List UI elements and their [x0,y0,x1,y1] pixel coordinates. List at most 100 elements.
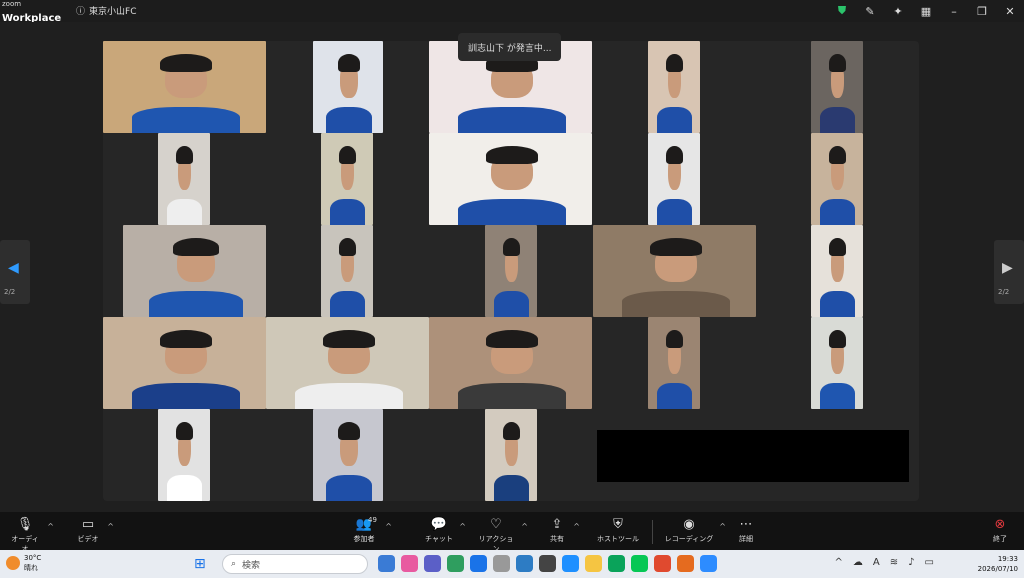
more-button[interactable]: ⋯ 詳細 [734,516,758,544]
participant-video-tile[interactable] [485,409,537,501]
speaking-banner: 訓志山下 が発言中... [458,33,562,61]
shield-icon[interactable]: ⛊ [828,4,856,18]
close-icon[interactable]: ✕ [996,5,1024,18]
host-tools-button[interactable]: ⛨ ホストツール [596,516,640,544]
participant-video-tile[interactable] [103,41,266,133]
participant-video-tile[interactable] [321,133,373,225]
next-page-button[interactable]: ▶ 2/2 [994,240,1024,304]
taskbar-app-icon[interactable] [401,555,418,572]
chevron-right-icon: ▶ [1002,260,1013,276]
participant-video-tile[interactable] [321,225,373,317]
battery-icon[interactable]: ▭ [925,557,934,568]
participant-video-tile[interactable] [648,41,700,133]
taskbar-app-icon[interactable] [447,555,464,572]
reactions-button[interactable]: ♡ リアクション ^ [476,516,528,554]
chevron-up-icon[interactable]: ^ [573,522,580,531]
participant-video-tile[interactable] [485,225,537,317]
clock-time: 19:33 [997,555,1018,563]
participant-video-tile[interactable] [811,225,863,317]
participant-video-tile[interactable] [313,41,383,133]
microphone-icon: 🎙 [16,517,34,532]
chevron-up-icon[interactable]: ^ [385,522,392,531]
taskbar-app-icon[interactable] [470,555,487,572]
participant-video-tile[interactable] [429,317,592,409]
meeting-title: 東京小山FC [89,7,137,17]
chevron-up-icon[interactable]: ^ [107,522,114,531]
title-bar: zoom Workplace ⓘ 東京小山FC ⛊ ✎ ✦ ▦ – ❐ ✕ [0,0,1024,24]
participant-video-tile[interactable] [123,225,266,317]
minimize-icon[interactable]: – [940,5,968,18]
restore-icon[interactable]: ❐ [968,5,996,18]
participant-video-tile[interactable] [648,133,700,225]
participant-video-tile[interactable] [313,409,383,501]
audio-button[interactable]: 🎙 オーディオ ^ [8,516,54,554]
search-placeholder: 検索 [242,560,261,571]
taskbar-app-icon[interactable] [654,555,671,572]
participant-video-tile[interactable] [811,41,863,133]
share-screen-icon: ⇪ [551,517,563,532]
chevron-up-icon[interactable]: ^ [719,522,726,531]
windows-start-icon[interactable]: ⊞ [194,556,206,572]
temperature: 30°C [24,554,42,562]
taskbar-app-icon[interactable] [608,555,625,572]
taskbar-app-icon[interactable] [585,555,602,572]
chevron-up-icon[interactable]: ^ [459,522,466,531]
chevron-up-icon[interactable]: ^ [835,557,843,568]
system-tray: ^ ☁ A ≋ ♪ ▭ [835,557,934,568]
sun-icon [6,556,20,570]
windows-taskbar: 30°C 晴れ ⊞ ⌕ 検索 ^ ☁ A ≋ ♪ ▭ 19:33 2026/07… [0,550,1024,578]
taskbar-app-icon[interactable] [631,555,648,572]
participant-video-tile[interactable] [648,317,700,409]
taskbar-app-icon[interactable] [424,555,441,572]
chat-icon: 💬 [430,517,448,532]
participant-video-tile[interactable] [429,133,592,225]
participant-video-tile[interactable] [158,409,210,501]
meeting-toolbar: 🎙 オーディオ ^ ▭ ビデオ ^ 👥 49 参加者 ^ 💬 チャット ^ ♡ … [0,512,1024,553]
share-button[interactable]: ⇪ 共有 ^ [546,516,580,544]
participant-video-tile[interactable] [266,317,429,409]
end-meeting-button[interactable]: ⊗ 終了 [988,516,1012,544]
heart-icon: ♡ [490,517,502,532]
wifi-icon[interactable]: ≋ [890,557,898,568]
shield-icon: ⛨ [613,517,623,532]
pin-icon[interactable]: ✦ [884,5,912,18]
record-icon: ◉ [683,517,695,532]
chevron-up-icon[interactable]: ^ [521,522,528,531]
chevron-left-icon: ◀ [8,260,19,276]
page-indicator-left: 2/2 [4,288,16,296]
more-icon: ⋯ [739,517,753,532]
taskbar-clock[interactable]: 19:33 2026/07/10 [978,554,1018,574]
page-indicator-right: 2/2 [998,288,1010,296]
record-button[interactable]: ◉ レコーディング ^ [664,516,726,544]
speaker-icon[interactable]: ♪ [908,557,914,568]
participant-video-tile[interactable] [593,225,756,317]
participants-button[interactable]: 👥 49 参加者 ^ [348,516,393,544]
taskbar-app-icon[interactable] [493,555,510,572]
taskbar-app-icon[interactable] [677,555,694,572]
taskbar-app-icon[interactable] [700,555,717,572]
taskbar-app-icon[interactable] [516,555,533,572]
chevron-up-icon[interactable]: ^ [47,522,54,531]
previous-page-button[interactable]: ◀ 2/2 [0,240,30,304]
video-button[interactable]: ▭ ビデオ ^ [74,516,115,544]
grid-icon[interactable]: ▦ [912,5,940,18]
clock-date: 2026/07/10 [977,565,1018,573]
taskbar-app-icon[interactable] [562,555,579,572]
zoom-logo: zoom Workplace [2,0,62,24]
participant-video-tile[interactable] [811,133,863,225]
pen-icon[interactable]: ✎ [856,5,884,18]
participant-video-tile[interactable] [158,133,210,225]
participant-video-tile[interactable] [811,317,863,409]
weather-widget[interactable]: 30°C 晴れ [6,553,41,573]
cloud-icon[interactable]: ☁ [853,557,863,568]
participant-video-tile[interactable] [103,317,266,409]
end-icon: ⊗ [994,517,1006,532]
search-icon: ⌕ [231,559,237,569]
taskbar-app-icon[interactable] [378,555,395,572]
chat-button[interactable]: 💬 チャット ^ [424,516,466,544]
ime-icon[interactable]: A [873,557,880,568]
taskbar-app-icon[interactable] [539,555,556,572]
meeting-info[interactable]: ⓘ 東京小山FC [76,4,136,17]
toolbar-divider [652,520,653,544]
taskbar-search[interactable]: ⌕ 検索 [222,554,368,574]
